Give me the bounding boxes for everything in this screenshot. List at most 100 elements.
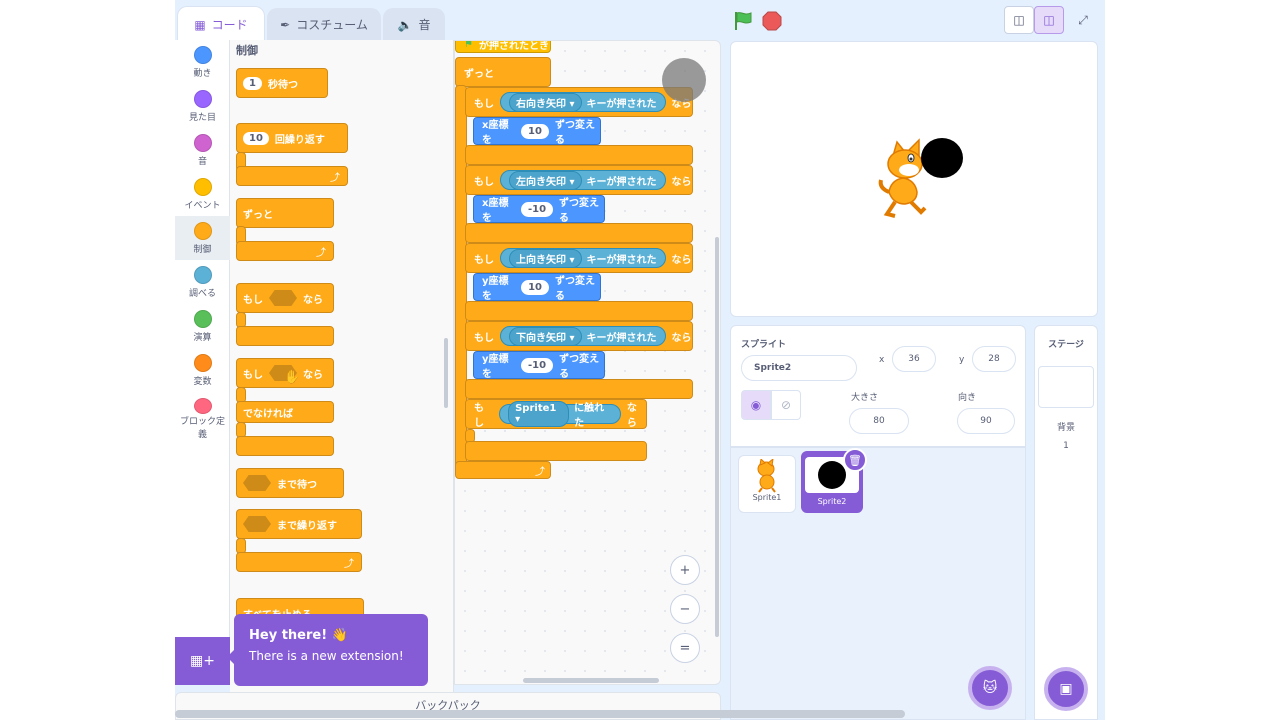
script-area[interactable]: ⚑ が押されたとき ずっと もし 右向き矢印 ▾ キーが押された なら x座標を…: [454, 40, 721, 685]
category-sensing[interactable]: 調べる: [175, 260, 230, 304]
condition-slot[interactable]: [243, 475, 271, 491]
hide-sprite-button[interactable]: ⊘: [771, 390, 801, 420]
wait-block[interactable]: 1 秒待つ: [236, 68, 328, 98]
if-then-block[interactable]: もし なら: [236, 283, 334, 313]
tab-costumes[interactable]: ✒ コスチューム: [267, 8, 381, 40]
touching-condition[interactable]: Sprite1 ▾ に触れた: [499, 401, 621, 429]
green-flag-icon: ⚑: [464, 40, 473, 50]
sprite-label: スプライト: [741, 340, 787, 350]
if-right-arrow-block[interactable]: もし 右向き矢印 ▾ キーが押された なら: [465, 87, 693, 117]
change-value-input[interactable]: 10: [521, 123, 549, 139]
key-pressed-condition[interactable]: 右向き矢印 ▾ キーが押された: [500, 92, 666, 112]
then-label: なら: [303, 294, 323, 306]
if-touching-block[interactable]: もし Sprite1 ▾ に触れた なら: [465, 399, 647, 429]
category-control[interactable]: 制御: [175, 216, 230, 260]
if-up-arrow-block[interactable]: もし 上向き矢印 ▾ キーが押された なら: [465, 243, 693, 273]
wait-seconds-input[interactable]: 1: [243, 76, 262, 90]
category-label: 変数: [193, 377, 212, 387]
key-dropdown[interactable]: 左向き矢印 ▾: [509, 170, 582, 190]
category-events[interactable]: イベント: [175, 172, 230, 216]
category-motion[interactable]: 動き: [175, 40, 230, 84]
key-pressed-condition[interactable]: 上向き矢印 ▾ キーが押された: [500, 248, 666, 268]
zoom-reset-icon: =: [679, 640, 691, 656]
repeat-count-input[interactable]: 10: [243, 131, 269, 145]
stage-title: ステージ: [1048, 340, 1084, 350]
zoom-in-button[interactable]: +: [670, 555, 700, 585]
condition-slot[interactable]: [269, 290, 297, 306]
key-pressed-condition[interactable]: 下向き矢印 ▾ キーが押された: [500, 326, 666, 346]
change-value-input[interactable]: 10: [521, 279, 549, 295]
tab-sounds[interactable]: 🔈 音: [383, 8, 445, 40]
change-value-input[interactable]: -10: [521, 357, 554, 373]
sprite-name-field[interactable]: Sprite2: [741, 355, 857, 381]
wait-until-block[interactable]: まで待つ: [236, 468, 344, 498]
loop-arrow-icon: ⤴: [330, 173, 340, 184]
then-label: なら: [671, 176, 692, 188]
change-y-block[interactable]: y座標を -10 ずつ変える: [473, 351, 605, 380]
key-dropdown[interactable]: 右向き矢印 ▾: [509, 92, 582, 112]
key-pressed-label: キーが押された: [586, 176, 657, 188]
choose-backdrop-button[interactable]: ▣: [1044, 667, 1088, 711]
palette-scrollbar[interactable]: [444, 338, 448, 408]
repeat-block-label: 回繰り返す: [274, 134, 325, 146]
category-looks[interactable]: 見た目: [175, 84, 230, 128]
stage[interactable]: [730, 41, 1098, 317]
stop-icon[interactable]: [762, 11, 782, 31]
if-label: もし: [243, 294, 263, 306]
new-extension-toast[interactable]: Hey there! 👋 There is a new extension!: [234, 614, 428, 686]
repeat-block[interactable]: 10 回繰り返す: [236, 123, 348, 153]
condition-slot[interactable]: [243, 516, 271, 532]
category-variables[interactable]: 変数: [175, 348, 230, 392]
change-value-input[interactable]: -10: [520, 201, 554, 217]
normal-stage-button[interactable]: ◫: [1034, 6, 1064, 34]
zoom-out-button[interactable]: −: [670, 594, 700, 624]
if-label: もし: [243, 369, 263, 381]
key-dropdown[interactable]: 下向き矢印 ▾: [509, 326, 582, 346]
size-label: 大きさ: [851, 393, 879, 403]
key-dropdown[interactable]: 上向き矢印 ▾: [509, 248, 582, 268]
when-flag-clicked-hat[interactable]: ⚑ が押されたとき: [455, 40, 551, 53]
change-x-block[interactable]: x座標を -10 ずつ変える: [473, 195, 605, 224]
change-x-block[interactable]: x座標を 10 ずつ変える: [473, 117, 601, 146]
script-horizontal-scrollbar[interactable]: [523, 678, 659, 683]
choose-sprite-button[interactable]: 🐱: [968, 666, 1012, 710]
backdrop-thumbnail[interactable]: [1038, 366, 1094, 408]
direction-value: 90: [980, 416, 992, 426]
zoom-reset-button[interactable]: =: [670, 633, 700, 663]
x-field[interactable]: 36: [892, 346, 936, 372]
category-sound[interactable]: 音: [175, 128, 230, 172]
small-stage-button[interactable]: ◫: [1004, 6, 1034, 34]
direction-field[interactable]: 90: [957, 408, 1015, 434]
green-flag-icon[interactable]: [732, 10, 754, 32]
y-field[interactable]: 28: [972, 346, 1016, 372]
backdrop-count: 1: [1063, 441, 1069, 451]
sprite-thumb-sprite1[interactable]: Sprite1: [738, 455, 796, 513]
if-left-arrow-block[interactable]: もし 左向き矢印 ▾ キーが押された なら: [465, 165, 693, 195]
forever-block[interactable]: ずっと: [455, 57, 551, 87]
touch-target-dropdown[interactable]: Sprite1 ▾: [508, 401, 570, 427]
show-sprite-button[interactable]: ◉: [741, 390, 771, 420]
x-value: 36: [908, 354, 920, 364]
category-operators[interactable]: 演算: [175, 304, 230, 348]
key-pressed-condition[interactable]: 左向き矢印 ▾ キーが押された: [500, 170, 666, 190]
category-my-blocks[interactable]: ブロック定義: [175, 392, 230, 442]
if-label: もし: [474, 403, 484, 429]
delete-sprite-button[interactable]: 🗑: [843, 448, 867, 472]
script-vertical-scrollbar[interactable]: [715, 237, 719, 637]
forever-block-label: ずっと: [243, 209, 273, 221]
forever-block[interactable]: ずっと: [236, 198, 334, 228]
variables-dot-icon: [193, 354, 212, 372]
loop-arrow-icon: ⤴: [316, 248, 326, 259]
change-y-block[interactable]: y座標を 10 ずつ変える: [473, 273, 601, 302]
axis-label: x座標を: [482, 120, 509, 146]
tab-bar: ▦ コード ✒ コスチューム 🔈 音: [175, 0, 725, 42]
fullscreen-button[interactable]: ⤢: [1068, 6, 1098, 34]
tab-code[interactable]: ▦ コード: [177, 6, 265, 42]
if-down-arrow-block[interactable]: もし 下向き矢印 ▾ キーが押された なら: [465, 321, 693, 351]
stage-selector[interactable]: ステージ 背景 1 ▣: [1034, 325, 1098, 720]
browser-horizontal-scrollbar[interactable]: [175, 710, 905, 718]
size-field[interactable]: 80: [849, 408, 909, 434]
add-extension-button[interactable]: ▦+: [175, 637, 230, 685]
repeat-until-block[interactable]: まで繰り返す: [236, 509, 362, 539]
touched-label: に触れた: [574, 403, 605, 429]
